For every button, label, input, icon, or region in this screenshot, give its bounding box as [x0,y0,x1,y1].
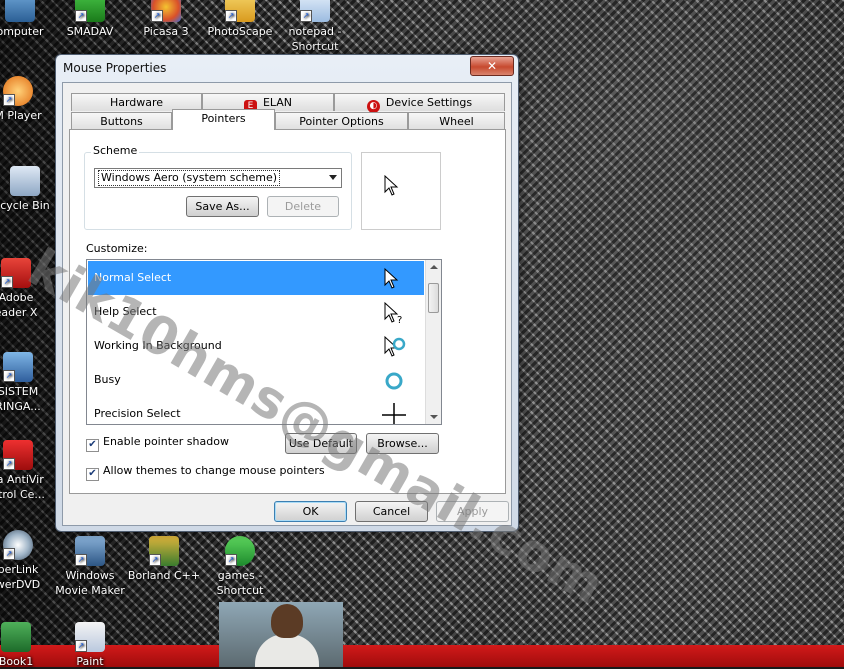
busy-cursor-icon [385,372,403,390]
list-scrollbar[interactable] [425,260,441,424]
cursor-list[interactable]: Normal Select Help Select ? Working In B… [86,259,442,425]
ok-button[interactable]: OK [274,501,347,522]
desktop-icon-picasa[interactable]: ↗ Picasa 3 [126,0,206,39]
dialog-title: Mouse Properties [63,61,167,75]
cursor-preview [361,152,441,230]
borland-icon: ↗ [149,536,179,566]
allow-themes-checkbox[interactable]: ✔ Allow themes to change mouse pointers [86,464,325,481]
desktop-icon-smadav[interactable]: ↗ SMADAV [50,0,130,39]
arrow-cursor-icon [384,267,399,289]
desktop-icon-excel[interactable]: Book1 [0,622,56,669]
help-cursor-icon: ? [384,301,402,325]
desktop-icon-movie-maker[interactable]: ↗ Windows Movie Maker [50,536,130,598]
dialog-client-area: Hardware E ELAN ◐ Device Settings Buttons … [62,82,512,526]
paint-icon: ↗ [75,622,105,652]
browse-button[interactable]: Browse... [366,433,439,454]
mouse-properties-dialog: Mouse Properties ✕ Hardware E ELAN ◐ Devic… [55,54,519,532]
photoscape-icon: ↗ [225,0,255,22]
checkbox-checked-icon: ✔ [86,468,99,481]
antivir-icon: ↗ [3,440,33,470]
use-default-button[interactable]: Use Default [285,433,357,454]
scroll-down-icon[interactable] [430,415,438,419]
person-body [255,634,319,667]
enable-pointer-shadow-checkbox[interactable]: ✔ Enable pointer shadow [86,435,229,452]
computer-icon [5,0,35,22]
games-icon: ↗ [225,536,255,566]
chevron-down-icon [329,175,337,180]
scroll-up-icon[interactable] [430,265,438,269]
checkbox-checked-icon: ✔ [86,439,99,452]
scheme-legend: Scheme [91,144,140,157]
desktop-icon-games[interactable]: ↗ games - Shortcut [200,536,280,598]
desktop-icon-media-player[interactable]: ↗ M Player [0,76,58,123]
desktop-icon-photoscape[interactable]: ↗ PhotoScape [200,0,280,39]
scheme-group [84,152,352,230]
list-item[interactable]: Busy [88,363,424,397]
cancel-button[interactable]: Cancel [355,501,428,522]
movie-maker-icon: ↗ [75,536,105,566]
sistem-icon: ↗ [3,352,33,382]
tab-pointer-options[interactable]: Pointer Options [275,112,408,130]
list-item[interactable]: Normal Select [88,261,424,295]
recycle-bin-icon [10,166,40,196]
desktop-icon-adobe-reader[interactable]: ↗ Adobe eader X [0,258,56,320]
adobe-reader-icon: ↗ [1,258,31,288]
webcam-thumbnail [219,602,343,667]
media-player-icon: ↗ [3,76,33,106]
customize-label: Customize: [86,242,148,255]
list-item[interactable]: Working In Background [88,329,424,363]
tab-pointers[interactable]: Pointers [172,109,275,130]
powerdvd-icon: ↗ [3,530,33,560]
notepad-icon: ↗ [300,0,330,22]
tab-wheel[interactable]: Wheel [408,112,505,130]
desktop-icon-paint[interactable]: ↗ Paint [50,622,130,669]
tab-device-settings[interactable]: ◐ Device Settings [334,93,505,113]
smadav-icon: ↗ [75,0,105,22]
list-item[interactable]: Help Select ? [88,295,424,329]
delete-button[interactable]: Delete [267,196,339,217]
excel-icon [1,622,31,652]
working-cursor-icon [384,335,406,357]
close-button[interactable]: ✕ [470,56,514,76]
save-as-button[interactable]: Save As... [186,196,259,217]
scheme-dropdown[interactable]: Windows Aero (system scheme) [94,168,342,188]
desktop-icon-sistem[interactable]: ↗ SISTEM RINGA... [0,352,58,414]
apply-button[interactable]: Apply [436,501,509,522]
svg-text:?: ? [397,315,402,325]
desktop-icon-borland[interactable]: ↗ Borland C++ [124,536,204,583]
tab-buttons[interactable]: Buttons [71,112,172,130]
scroll-thumb[interactable] [428,283,439,313]
pointers-tab-panel: Scheme Windows Aero (system scheme) Save… [69,129,506,494]
scheme-selected: Windows Aero (system scheme) [98,170,281,186]
list-item[interactable]: Precision Select [88,397,424,424]
picasa-icon: ↗ [151,0,181,22]
desktop-icon-antivir[interactable]: ↗ ra AntiVir ntrol Ce... [0,440,58,502]
desktop-icon-notepad[interactable]: ↗ notepad - Shortcut [275,0,355,54]
person-head [271,604,303,638]
crosshair-cursor-icon [382,403,406,424]
arrow-cursor-icon [384,175,399,196]
title-bar[interactable]: Mouse Properties ✕ [56,55,518,81]
